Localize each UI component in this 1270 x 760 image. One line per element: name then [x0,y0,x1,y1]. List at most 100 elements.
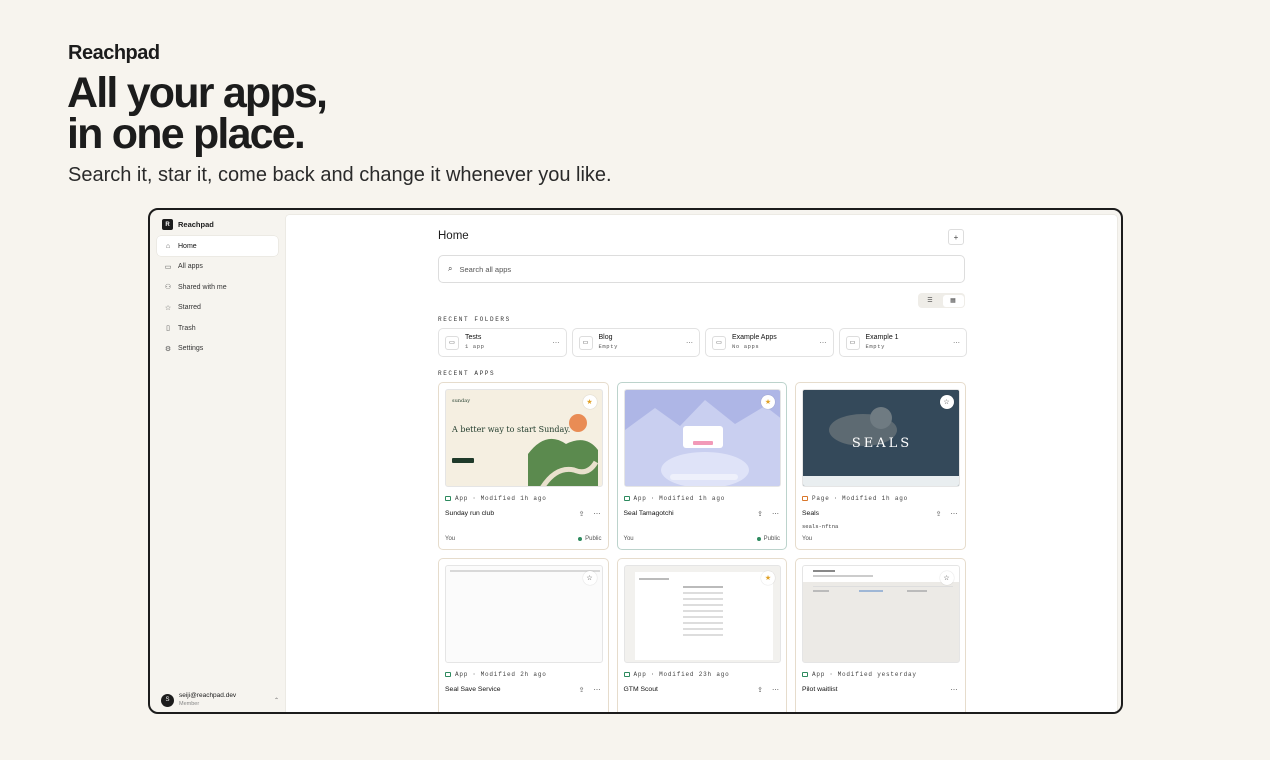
app-type-icon [802,672,808,677]
visibility-label: Public [585,536,602,542]
share-icon[interactable]: ⇪ [936,510,942,518]
share-icon[interactable]: ⇪ [757,510,763,518]
folder-card[interactable]: ▭ Example Apps No apps ⋯ [705,328,834,357]
pilot-thumbnail-art [803,566,959,592]
app-type-icon [623,672,630,677]
app-title: Seal Save Service [445,686,501,693]
sidebar-item-label: Home [178,242,197,250]
more-icon[interactable]: ⋯ [594,686,601,694]
app-type-icon [623,496,630,501]
star-icon[interactable]: ☆ [939,395,954,409]
star-icon[interactable]: ★ [761,571,775,585]
sidebar-brand[interactable]: R Reachpad [162,219,214,230]
more-icon[interactable]: ⋯ [686,339,693,347]
folder-meta: No apps [732,342,760,350]
app-title: Seals [802,510,820,517]
sidebar-item-all-apps[interactable]: ▭ All apps [157,257,278,277]
search-bar[interactable]: ⌕ [438,255,965,283]
public-dot-icon [578,537,583,541]
more-icon[interactable]: ⋯ [953,339,960,347]
grid-view-button[interactable]: ▦ [942,294,964,307]
folder-card[interactable]: ▭ Example 1 Empty ⋯ [838,328,967,357]
app-type: App [812,671,826,678]
app-modified: Modified 1h ago [842,495,909,502]
visibility-label: Public [763,536,780,542]
share-icon[interactable]: ⇪ [579,686,585,694]
app-title: Seal Tamagotchi [623,510,674,517]
brand-logo: Reachpad [68,42,160,64]
app-meta: App · Modified 23h ago [623,671,730,678]
app-card[interactable]: ☆ App · Modified yesterday Pilot waitlist… [795,558,966,712]
card-actions: ⋯ [951,686,958,694]
search-icon: ⌕ [448,264,453,273]
folder-icon: ▭ [845,335,860,350]
more-icon[interactable]: ⋯ [772,510,779,518]
sidebar-item-trash[interactable]: ▯ Trash [157,318,278,338]
app-thumbnail: ★ [623,565,781,663]
folder-icon: ▭ [164,263,172,271]
app-slug: seals-nftna [802,523,839,530]
star-icon: ☆ [164,304,172,312]
sidebar-item-home[interactable]: ⌂ Home [157,236,278,256]
app-card[interactable]: ★ App · Modified 23h ago GTM Scout ⇪ ⋯ [616,558,787,712]
tamagotchi-thumbnail-art [624,400,781,486]
page-title: Home [438,230,469,242]
more-icon[interactable]: ⋯ [772,686,779,694]
more-icon[interactable]: ⋯ [553,339,560,347]
app-card[interactable]: ★ App · Modified 1h ago Seal Tamagotchi ⇪… [616,382,787,550]
app-card[interactable]: ☆ App · Modified 2h ago Seal Save Service… [438,558,609,712]
more-icon[interactable]: ⋯ [820,339,827,347]
sunday-thumbnail-art: sunday A better way to start Sunday. [451,398,599,486]
grid-icon: ▦ [950,298,956,304]
folder-name: Example 1 [865,334,899,341]
star-icon[interactable]: ☆ [939,571,954,585]
sidebar-brand-name: Reachpad [178,220,214,229]
folder-card[interactable]: ▭ Blog Empty ⋯ [571,328,700,357]
app-card[interactable]: SEALS ☆ Page · Modified 1h ago Seals seal… [795,382,966,550]
recent-folders-label: RECENT FOLDERS [438,316,511,323]
sidebar-item-shared-with-me[interactable]: ⚇ Shared with me [157,277,278,297]
sidebar-item-starred[interactable]: ☆ Starred [157,298,278,318]
main-panel: Home + ⌕ ☰ ▦ RECENT FOLDERS ▭ Tests 1 ap… [286,215,1117,712]
user-menu[interactable]: S seiji@reachpad.dev Member ⌃ [161,692,279,708]
folder-meta: 1 app [465,342,485,350]
plus-icon: + [953,232,959,242]
folder-text: Tests 1 app [465,334,547,351]
card-actions: ⇪ ⋯ [579,686,601,694]
folder-name: Example Apps [732,334,777,341]
app-owner: You [445,536,456,542]
app-thumbnail: ★ [623,389,781,487]
recent-folders: ▭ Tests 1 app ⋯ ▭ Blog Empty ⋯ ▭ Example… [438,328,967,357]
list-icon: ☰ [927,298,933,304]
list-view-button[interactable]: ☰ [920,295,941,307]
folder-card[interactable]: ▭ Tests 1 app ⋯ [438,328,567,357]
app-meta: App · Modified 2h ago [445,671,547,678]
folder-icon: ▭ [578,335,593,350]
app-type: Page [812,495,830,502]
user-info: seiji@reachpad.dev Member [179,692,236,708]
app-card[interactable]: sunday A better way to start Sunday. ★ A… [438,382,609,550]
more-icon[interactable]: ⋯ [951,686,958,694]
app-modified: Modified yesterday [837,671,917,678]
app-type: App [455,671,469,678]
star-icon[interactable]: ★ [761,395,775,409]
more-icon[interactable]: ⋯ [594,510,601,518]
app-meta: App · Modified 1h ago [623,495,726,502]
doc-thumbnail-art [450,570,600,572]
card-actions: ⇪ ⋯ [757,686,779,694]
app-meta: App · Modified yesterday [802,671,917,678]
app-type-icon [445,672,451,677]
search-input[interactable] [459,264,860,274]
star-icon[interactable]: ★ [582,395,597,409]
sidebar-item-settings[interactable]: ⚙ Settings [157,339,278,359]
star-icon[interactable]: ☆ [582,571,597,585]
share-icon[interactable]: ⇪ [757,686,763,694]
app-modified: Modified 23h ago [659,671,730,678]
share-icon[interactable]: ⇪ [579,510,585,518]
recent-apps-label: RECENT APPS [438,370,496,377]
folder-name: Tests [465,334,482,341]
users-icon: ⚇ [164,284,172,292]
app-window: R Reachpad ⌂ Home ▭ All apps ⚇ Shared wi… [148,208,1123,714]
more-icon[interactable]: ⋯ [951,510,958,518]
new-app-button[interactable]: + [948,229,964,245]
